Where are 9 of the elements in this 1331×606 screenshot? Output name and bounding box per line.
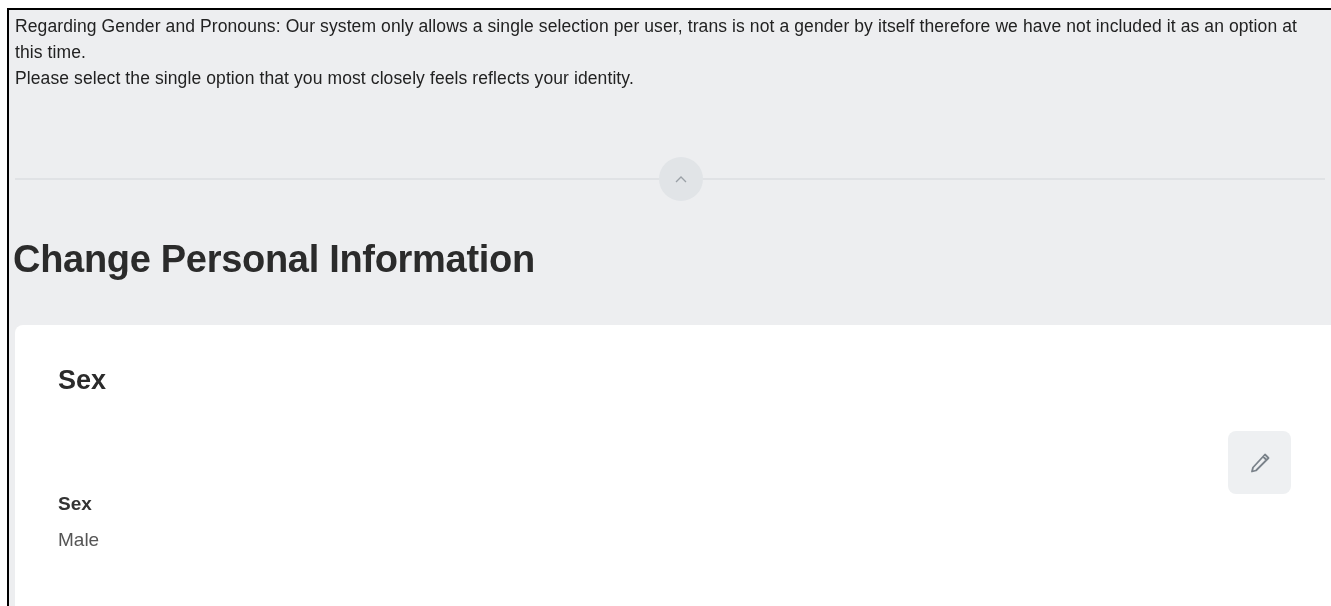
notice-text: Regarding Gender and Pronouns: Our system only allows a single selection per user, trans is not a gender by itself therefore we have not included it as an option at this time. [15, 15, 1298, 64]
notice-text: Please select the single option that you most closely feels reflects your identity. [15, 67, 635, 90]
page-title: Change Personal Information [13, 237, 536, 281]
edit-button[interactable] [1228, 431, 1291, 494]
field-value: Male [58, 528, 100, 552]
card-title: Sex [58, 364, 108, 397]
field-label: Sex [58, 492, 93, 516]
pencil-icon [1248, 451, 1271, 474]
collapse-button[interactable] [659, 157, 703, 201]
